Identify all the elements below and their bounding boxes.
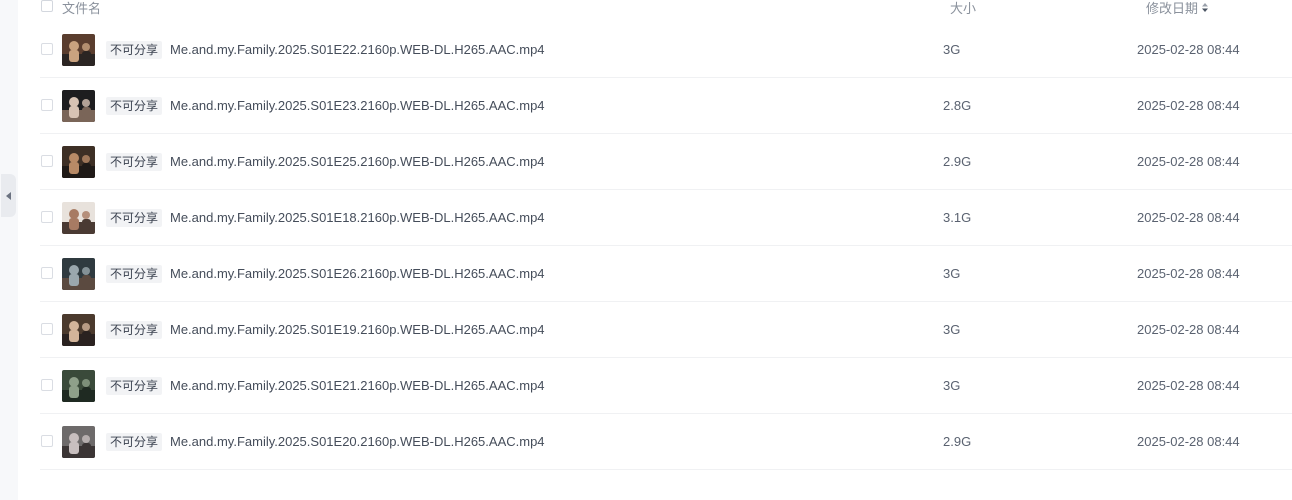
sort-icon[interactable]: [1202, 3, 1209, 12]
video-thumbnail[interactable]: [62, 90, 95, 122]
file-row[interactable]: 不可分享 Me.and.my.Family.2025.S01E18.2160p.…: [40, 190, 1292, 246]
row-checkbox[interactable]: [41, 323, 53, 335]
row-checkbox[interactable]: [41, 99, 53, 111]
not-shareable-badge: 不可分享: [106, 41, 163, 59]
sidebar-collapse-handle[interactable]: [1, 174, 16, 217]
column-header-size[interactable]: 大小: [950, 0, 976, 17]
file-list: 不可分享 Me.and.my.Family.2025.S01E22.2160p.…: [40, 22, 1292, 470]
file-size: 3G: [943, 266, 961, 281]
file-size: 2.9G: [943, 434, 972, 449]
file-row[interactable]: 不可分享 Me.and.my.Family.2025.S01E19.2160p.…: [40, 302, 1292, 358]
video-thumbnail[interactable]: [62, 258, 95, 290]
file-size: 2.8G: [943, 98, 972, 113]
file-modified-date: 2025-02-28 08:44: [1137, 322, 1240, 337]
file-row[interactable]: 不可分享 Me.and.my.Family.2025.S01E23.2160p.…: [40, 78, 1292, 134]
row-checkbox[interactable]: [41, 155, 53, 167]
row-checkbox[interactable]: [41, 379, 53, 391]
caret-left-icon: [5, 191, 11, 200]
file-modified-date: 2025-02-28 08:44: [1137, 378, 1240, 393]
column-header-name[interactable]: 文件名: [62, 0, 101, 17]
file-modified-date: 2025-02-28 08:44: [1137, 98, 1240, 113]
file-size: 3G: [943, 42, 961, 57]
not-shareable-badge: 不可分享: [106, 377, 163, 395]
file-row[interactable]: 不可分享 Me.and.my.Family.2025.S01E22.2160p.…: [40, 22, 1292, 78]
select-all-checkbox[interactable]: [41, 0, 53, 12]
file-modified-date: 2025-02-28 08:44: [1137, 154, 1240, 169]
file-row[interactable]: 不可分享 Me.and.my.Family.2025.S01E25.2160p.…: [40, 134, 1292, 190]
video-thumbnail[interactable]: [62, 202, 95, 234]
file-name[interactable]: Me.and.my.Family.2025.S01E20.2160p.WEB-D…: [170, 434, 545, 449]
video-thumbnail-image: [62, 314, 95, 346]
video-thumbnail-image: [62, 90, 95, 122]
not-shareable-badge: 不可分享: [106, 153, 163, 171]
row-checkbox[interactable]: [41, 435, 53, 447]
file-modified-date: 2025-02-28 08:44: [1137, 210, 1240, 225]
file-size: 3G: [943, 378, 961, 393]
file-row[interactable]: 不可分享 Me.and.my.Family.2025.S01E21.2160p.…: [40, 358, 1292, 414]
not-shareable-badge: 不可分享: [106, 433, 163, 451]
video-thumbnail[interactable]: [62, 426, 95, 458]
left-sidebar-strip: [0, 0, 18, 500]
not-shareable-badge: 不可分享: [106, 321, 163, 339]
video-thumbnail-image: [62, 202, 95, 234]
file-name[interactable]: Me.and.my.Family.2025.S01E18.2160p.WEB-D…: [170, 210, 545, 225]
row-checkbox[interactable]: [41, 211, 53, 223]
video-thumbnail-image: [62, 370, 95, 402]
row-checkbox[interactable]: [41, 267, 53, 279]
file-modified-date: 2025-02-28 08:44: [1137, 266, 1240, 281]
not-shareable-badge: 不可分享: [106, 265, 163, 283]
file-row[interactable]: 不可分享 Me.and.my.Family.2025.S01E26.2160p.…: [40, 246, 1292, 302]
file-row[interactable]: 不可分享 Me.and.my.Family.2025.S01E20.2160p.…: [40, 414, 1292, 470]
video-thumbnail[interactable]: [62, 146, 95, 178]
column-header-date[interactable]: 修改日期: [1146, 0, 1209, 17]
video-thumbnail[interactable]: [62, 34, 95, 66]
file-name[interactable]: Me.and.my.Family.2025.S01E26.2160p.WEB-D…: [170, 266, 545, 281]
video-thumbnail-image: [62, 426, 95, 458]
file-modified-date: 2025-02-28 08:44: [1137, 42, 1240, 57]
video-thumbnail-image: [62, 258, 95, 290]
file-name[interactable]: Me.and.my.Family.2025.S01E21.2160p.WEB-D…: [170, 378, 545, 393]
file-name[interactable]: Me.and.my.Family.2025.S01E25.2160p.WEB-D…: [170, 154, 545, 169]
video-thumbnail-image: [62, 146, 95, 178]
row-checkbox[interactable]: [41, 43, 53, 55]
not-shareable-badge: 不可分享: [106, 97, 163, 115]
file-name[interactable]: Me.and.my.Family.2025.S01E19.2160p.WEB-D…: [170, 322, 545, 337]
column-header-date-label: 修改日期: [1146, 1, 1199, 16]
video-thumbnail[interactable]: [62, 370, 95, 402]
video-thumbnail-image: [62, 34, 95, 66]
not-shareable-badge: 不可分享: [106, 209, 163, 227]
file-size: 3G: [943, 322, 961, 337]
file-name[interactable]: Me.and.my.Family.2025.S01E23.2160p.WEB-D…: [170, 98, 545, 113]
video-thumbnail[interactable]: [62, 314, 95, 346]
file-modified-date: 2025-02-28 08:44: [1137, 434, 1240, 449]
file-size: 2.9G: [943, 154, 972, 169]
file-list-header: 文件名 大小 修改日期: [40, 0, 1292, 17]
file-name[interactable]: Me.and.my.Family.2025.S01E22.2160p.WEB-D…: [170, 42, 545, 57]
file-size: 3.1G: [943, 210, 972, 225]
